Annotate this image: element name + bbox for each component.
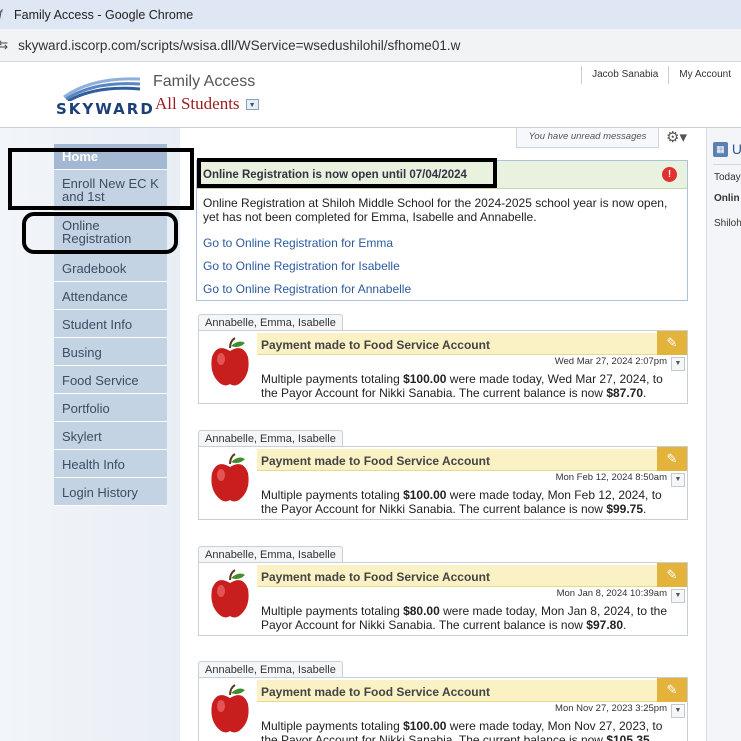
feed-card-date: Mon Jan 8, 2024 10:39am	[556, 588, 667, 599]
nav-item-health-info[interactable]: Health Info	[54, 450, 167, 478]
feed-card-title: Payment made to Food Service Account	[261, 454, 490, 468]
feed-card-header: Payment made to Food Service Account ✎	[257, 331, 687, 355]
page: { "browser": { "window_title": "Family A…	[0, 0, 741, 741]
feed-card-date: Wed Mar 27, 2024 2:07pm	[554, 356, 667, 367]
logo-swoosh-icon	[63, 77, 141, 101]
msg-pre: Multiple payments totaling	[261, 372, 404, 386]
apple-icon	[211, 337, 249, 386]
nav-item-skylert[interactable]: Skylert	[54, 422, 167, 450]
msg-amount: $100.00	[403, 488, 447, 502]
msg-post: .	[643, 386, 647, 400]
url-text[interactable]: skyward.iscorp.com/scripts/wsisa.dll/WSe…	[18, 38, 460, 53]
msg-balance: $99.75	[606, 502, 644, 516]
feed-card-header: Payment made to Food Service Account ✎	[257, 447, 687, 471]
feed-students-tag: Annabelle, Emma, Isabelle	[198, 661, 343, 678]
divider	[713, 164, 741, 165]
feed-card-title: Payment made to Food Service Account	[261, 570, 490, 584]
annotation-box-registration	[22, 212, 178, 254]
feed-card-title: Payment made to Food Service Account	[261, 685, 490, 699]
feed-card-message: Multiple payments totaling $100.00 were …	[261, 719, 671, 741]
feed-students-tag: Annabelle, Emma, Isabelle	[198, 314, 343, 331]
upcoming-item[interactable]: Onlin opens	[714, 194, 741, 204]
msg-balance: $87.70	[606, 386, 644, 400]
feed-card-header: Payment made to Food Service Account ✎	[257, 678, 687, 702]
registration-link-isabelle[interactable]: Go to Online Registration for Isabelle	[203, 259, 400, 273]
chevron-down-icon[interactable]: ▼	[671, 473, 685, 487]
gear-icon[interactable]: ⚙▾	[666, 128, 699, 148]
window-title: Family Access - Google Chrome	[14, 7, 194, 22]
registration-link-annabelle[interactable]: Go to Online Registration for Annabelle	[203, 282, 411, 296]
registration-link-emma[interactable]: Go to Online Registration for Emma	[203, 236, 393, 250]
msg-balance: $105.35	[606, 733, 650, 741]
feed-card-body: Payment made to Food Service Account ✎ M…	[198, 446, 688, 520]
chevron-down-icon[interactable]: ▼	[671, 589, 685, 603]
feed-card-date: Mon Feb 12, 2024 8:50am	[555, 472, 667, 483]
chevron-down-icon[interactable]: ▼	[671, 704, 685, 718]
msg-balance: $97.80	[586, 618, 623, 632]
upcoming-panel: ▦ U Today Onlin opens Shiloh	[706, 128, 741, 741]
msg-post: .	[623, 618, 627, 632]
feed-card-date: Mon Nov 27, 2023 3:25pm	[555, 703, 667, 714]
feed-card-message: Multiple payments totaling $100.00 were …	[261, 372, 671, 400]
browser-title-bar: ƒ Family Access - Google Chrome	[0, 0, 741, 29]
nav-item-portfolio[interactable]: Portfolio	[54, 394, 167, 422]
logo-text: SKYWARD	[56, 100, 155, 118]
skyward-logo[interactable]: SKYWARD	[54, 72, 153, 120]
feed-card-body: Payment made to Food Service Account ✎ M…	[198, 677, 688, 741]
nav-item-busing[interactable]: Busing	[54, 338, 167, 366]
chrome-icon: ƒ	[0, 7, 5, 20]
user-links: Jacob Sanabia My Account	[581, 66, 741, 84]
apple-icon	[211, 569, 249, 618]
student-selector-label: All Students	[155, 94, 240, 113]
app-title: Family Access	[153, 73, 256, 90]
msg-pre: Multiple payments totaling	[261, 604, 404, 618]
upcoming-title: U	[731, 141, 741, 157]
apple-icon	[211, 453, 249, 502]
feed-card-title: Payment made to Food Service Account	[261, 338, 490, 352]
msg-pre: Multiple payments totaling	[261, 719, 404, 733]
page-header: SKYWARD Family Access All Students ▼ Jac…	[0, 62, 741, 128]
nav-item-login-history[interactable]: Login History	[54, 478, 167, 506]
message-strip: You have unread messages ⚙▾	[516, 128, 699, 150]
feed-card-body: Payment made to Food Service Account ✎ M…	[198, 562, 688, 636]
chat-bubble-icon[interactable]: ✎	[657, 563, 687, 587]
feed-card-message: Multiple payments totaling $80.00 were m…	[261, 604, 671, 632]
msg-amount: $80.00	[403, 604, 440, 618]
upcoming-school: Shiloh	[714, 218, 741, 229]
nav-item-gradebook[interactable]: Gradebook	[54, 254, 167, 282]
msg-amount: $100.00	[403, 719, 447, 733]
feed-card-message: Multiple payments totaling $100.00 were …	[261, 488, 671, 516]
msg-amount: $100.00	[403, 372, 447, 386]
msg-pre: Multiple payments totaling	[261, 488, 404, 502]
chevron-down-icon[interactable]: ▼	[245, 98, 259, 110]
registration-message: Online Registration at Shiloh Middle Sch…	[203, 196, 668, 224]
feed-card-body: Payment made to Food Service Account ✎ W…	[198, 330, 688, 404]
calendar-icon: ▦	[713, 141, 728, 157]
nav-item-food-service[interactable]: Food Service	[54, 366, 167, 394]
msg-post: .	[643, 502, 647, 516]
msg-post: .	[649, 733, 654, 741]
nav-item-attendance[interactable]: Attendance	[54, 282, 167, 310]
chat-bubble-icon[interactable]: ✎	[657, 331, 687, 355]
feed-card-header: Payment made to Food Service Account ✎	[257, 563, 687, 587]
alert-icon: !	[662, 167, 677, 182]
nav-item-student-info[interactable]: Student Info	[54, 310, 167, 338]
unread-messages-link[interactable]: You have unread messages	[516, 128, 659, 148]
feed-students-tag: Annabelle, Emma, Isabelle	[198, 430, 343, 447]
chat-bubble-icon[interactable]: ✎	[657, 447, 687, 471]
chevron-down-icon[interactable]: ▼	[671, 357, 685, 371]
upcoming-header: ▦ U	[713, 138, 741, 160]
student-selector[interactable]: All Students ▼	[155, 94, 259, 114]
chat-bubble-icon[interactable]: ✎	[657, 678, 687, 702]
my-account-link[interactable]: My Account	[668, 66, 741, 84]
address-bar[interactable]: ⇆ skyward.iscorp.com/scripts/wsisa.dll/W…	[0, 29, 741, 62]
annotation-box-registration-title	[197, 158, 497, 188]
upcoming-today: Today	[714, 172, 741, 183]
user-name-link[interactable]: Jacob Sanabia	[581, 66, 668, 84]
site-info-icon[interactable]: ⇆	[0, 38, 8, 52]
annotation-box-nav	[8, 148, 194, 210]
apple-icon	[211, 684, 249, 733]
feed-students-tag: Annabelle, Emma, Isabelle	[198, 546, 343, 563]
